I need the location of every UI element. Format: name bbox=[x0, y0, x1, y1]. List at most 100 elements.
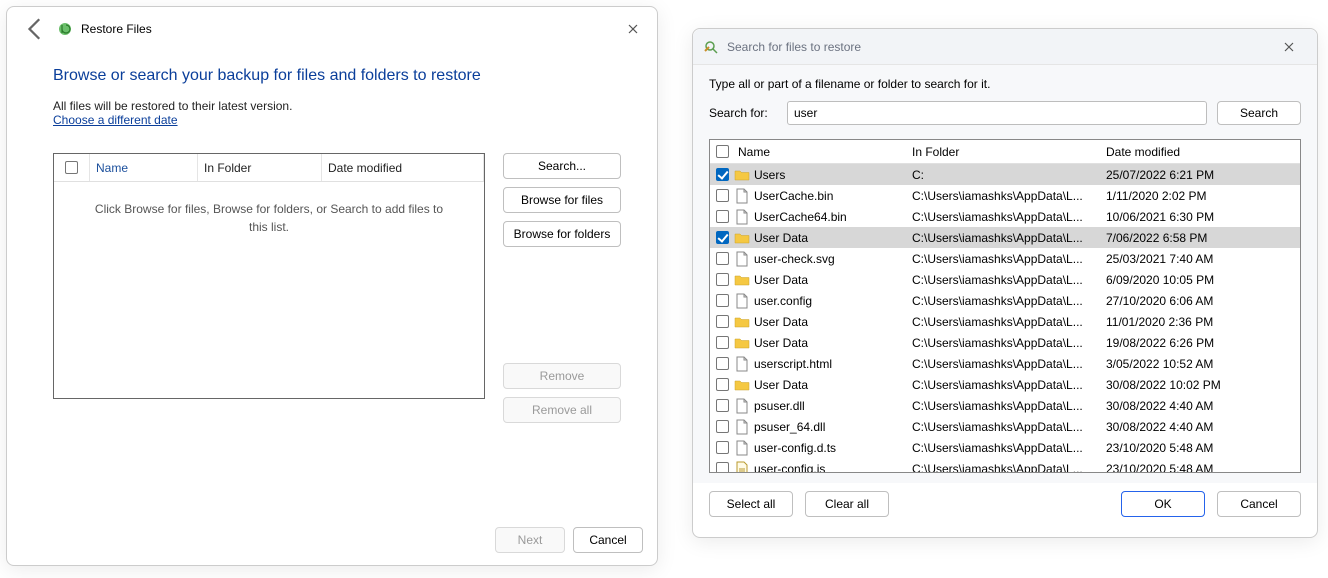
clear-all-button[interactable]: Clear all bbox=[805, 491, 889, 517]
header-checkbox-cell[interactable] bbox=[54, 154, 90, 181]
row-checkbox[interactable] bbox=[716, 252, 729, 265]
next-button: Next bbox=[495, 527, 565, 553]
file-icon bbox=[734, 251, 750, 267]
row-folder: C:\Users\iamashks\AppData\L... bbox=[912, 336, 1106, 350]
row-name: userscript.html bbox=[734, 356, 912, 372]
search-label: Search for: bbox=[709, 106, 777, 120]
row-date: 6/09/2020 10:05 PM bbox=[1106, 273, 1296, 287]
select-all-button[interactable]: Select all bbox=[709, 491, 793, 517]
table-row[interactable]: User DataC:\Users\iamashks\AppData\L...1… bbox=[710, 311, 1300, 332]
row-name: user-check.svg bbox=[734, 251, 912, 267]
row-checkbox[interactable] bbox=[716, 462, 729, 472]
table-header: Name In Folder Date modified bbox=[710, 140, 1300, 164]
row-folder: C:\Users\iamashks\AppData\L... bbox=[912, 273, 1106, 287]
cancel-button[interactable]: Cancel bbox=[573, 527, 643, 553]
row-checkbox[interactable] bbox=[716, 294, 729, 307]
table-row[interactable]: UsersC:25/07/2022 6:21 PM bbox=[710, 164, 1300, 185]
row-name: user.config bbox=[734, 293, 912, 309]
search-button[interactable]: Search... bbox=[503, 153, 621, 179]
column-date[interactable]: Date modified bbox=[1106, 145, 1300, 159]
choose-date-link[interactable]: Choose a different date bbox=[53, 113, 178, 127]
row-checkbox-cell[interactable] bbox=[710, 231, 734, 244]
row-checkbox-cell[interactable] bbox=[710, 336, 734, 349]
row-checkbox-cell[interactable] bbox=[710, 420, 734, 433]
file-icon bbox=[734, 440, 750, 456]
ok-button[interactable]: OK bbox=[1121, 491, 1205, 517]
table-row[interactable]: User DataC:\Users\iamashks\AppData\L...1… bbox=[710, 332, 1300, 353]
results-body[interactable]: UsersC:25/07/2022 6:21 PMUserCache.binC:… bbox=[710, 164, 1300, 472]
row-checkbox[interactable] bbox=[716, 273, 729, 286]
folder-icon bbox=[734, 314, 750, 330]
table-row[interactable]: userscript.htmlC:\Users\iamashks\AppData… bbox=[710, 353, 1300, 374]
column-date[interactable]: Date modified bbox=[322, 154, 484, 181]
table-row[interactable]: psuser_64.dllC:\Users\iamashks\AppData\L… bbox=[710, 416, 1300, 437]
row-checkbox-cell[interactable] bbox=[710, 210, 734, 223]
row-folder: C: bbox=[912, 168, 1106, 182]
row-checkbox-cell[interactable] bbox=[710, 189, 734, 202]
row-checkbox-cell[interactable] bbox=[710, 168, 734, 181]
folder-icon bbox=[734, 167, 750, 183]
row-checkbox[interactable] bbox=[716, 315, 729, 328]
search-input[interactable] bbox=[787, 101, 1207, 125]
row-date: 25/07/2022 6:21 PM bbox=[1106, 168, 1296, 182]
table-row[interactable]: user-check.svgC:\Users\iamashks\AppData\… bbox=[710, 248, 1300, 269]
row-checkbox[interactable] bbox=[716, 231, 729, 244]
row-date: 11/01/2020 2:36 PM bbox=[1106, 315, 1296, 329]
table-row[interactable]: user-config.jsC:\Users\iamashks\AppData\… bbox=[710, 458, 1300, 472]
row-folder: C:\Users\iamashks\AppData\L... bbox=[912, 462, 1106, 473]
row-checkbox[interactable] bbox=[716, 189, 729, 202]
file-icon bbox=[734, 188, 750, 204]
restore-icon bbox=[57, 21, 73, 37]
close-button[interactable] bbox=[1275, 33, 1303, 61]
row-checkbox[interactable] bbox=[716, 420, 729, 433]
instructions: Type all or part of a filename or folder… bbox=[709, 77, 1301, 91]
row-checkbox[interactable] bbox=[716, 399, 729, 412]
cancel-button[interactable]: Cancel bbox=[1217, 491, 1301, 517]
file-icon bbox=[734, 419, 750, 435]
page-headline: Browse or search your backup for files a… bbox=[53, 67, 621, 85]
row-checkbox[interactable] bbox=[716, 210, 729, 223]
folder-icon bbox=[734, 272, 750, 288]
row-checkbox[interactable] bbox=[716, 357, 729, 370]
row-checkbox[interactable] bbox=[716, 378, 729, 391]
column-folder[interactable]: In Folder bbox=[198, 154, 322, 181]
header-checkbox-cell[interactable] bbox=[710, 145, 734, 158]
script-icon bbox=[734, 461, 750, 473]
column-folder[interactable]: In Folder bbox=[912, 145, 1106, 159]
table-row[interactable]: psuser.dllC:\Users\iamashks\AppData\L...… bbox=[710, 395, 1300, 416]
row-checkbox-cell[interactable] bbox=[710, 378, 734, 391]
row-date: 25/03/2021 7:40 AM bbox=[1106, 252, 1296, 266]
table-row[interactable]: UserCache64.binC:\Users\iamashks\AppData… bbox=[710, 206, 1300, 227]
row-checkbox-cell[interactable] bbox=[710, 252, 734, 265]
column-name[interactable]: Name bbox=[734, 145, 912, 159]
table-row[interactable]: User DataC:\Users\iamashks\AppData\L...3… bbox=[710, 374, 1300, 395]
table-row[interactable]: User DataC:\Users\iamashks\AppData\L...7… bbox=[710, 227, 1300, 248]
table-row[interactable]: user-config.d.tsC:\Users\iamashks\AppDat… bbox=[710, 437, 1300, 458]
row-checkbox-cell[interactable] bbox=[710, 357, 734, 370]
row-checkbox[interactable] bbox=[716, 168, 729, 181]
row-checkbox-cell[interactable] bbox=[710, 399, 734, 412]
column-name[interactable]: Name bbox=[90, 154, 198, 181]
close-button[interactable] bbox=[619, 15, 647, 43]
row-checkbox-cell[interactable] bbox=[710, 462, 734, 472]
select-all-checkbox[interactable] bbox=[716, 145, 729, 158]
row-checkbox-cell[interactable] bbox=[710, 315, 734, 328]
row-folder: C:\Users\iamashks\AppData\L... bbox=[912, 189, 1106, 203]
search-button[interactable]: Search bbox=[1217, 101, 1301, 125]
file-icon bbox=[734, 293, 750, 309]
row-checkbox-cell[interactable] bbox=[710, 294, 734, 307]
row-checkbox[interactable] bbox=[716, 336, 729, 349]
back-button[interactable] bbox=[23, 16, 49, 42]
select-all-checkbox[interactable] bbox=[65, 161, 78, 174]
table-row[interactable]: UserCache.binC:\Users\iamashks\AppData\L… bbox=[710, 185, 1300, 206]
row-name: psuser.dll bbox=[734, 398, 912, 414]
row-date: 23/10/2020 5:48 AM bbox=[1106, 441, 1296, 455]
row-checkbox[interactable] bbox=[716, 441, 729, 454]
table-row[interactable]: User DataC:\Users\iamashks\AppData\L...6… bbox=[710, 269, 1300, 290]
table-row[interactable]: user.configC:\Users\iamashks\AppData\L..… bbox=[710, 290, 1300, 311]
selected-files-table: Name In Folder Date modified Click Brows… bbox=[53, 153, 485, 399]
row-checkbox-cell[interactable] bbox=[710, 441, 734, 454]
browse-folders-button[interactable]: Browse for folders bbox=[503, 221, 621, 247]
browse-files-button[interactable]: Browse for files bbox=[503, 187, 621, 213]
row-checkbox-cell[interactable] bbox=[710, 273, 734, 286]
